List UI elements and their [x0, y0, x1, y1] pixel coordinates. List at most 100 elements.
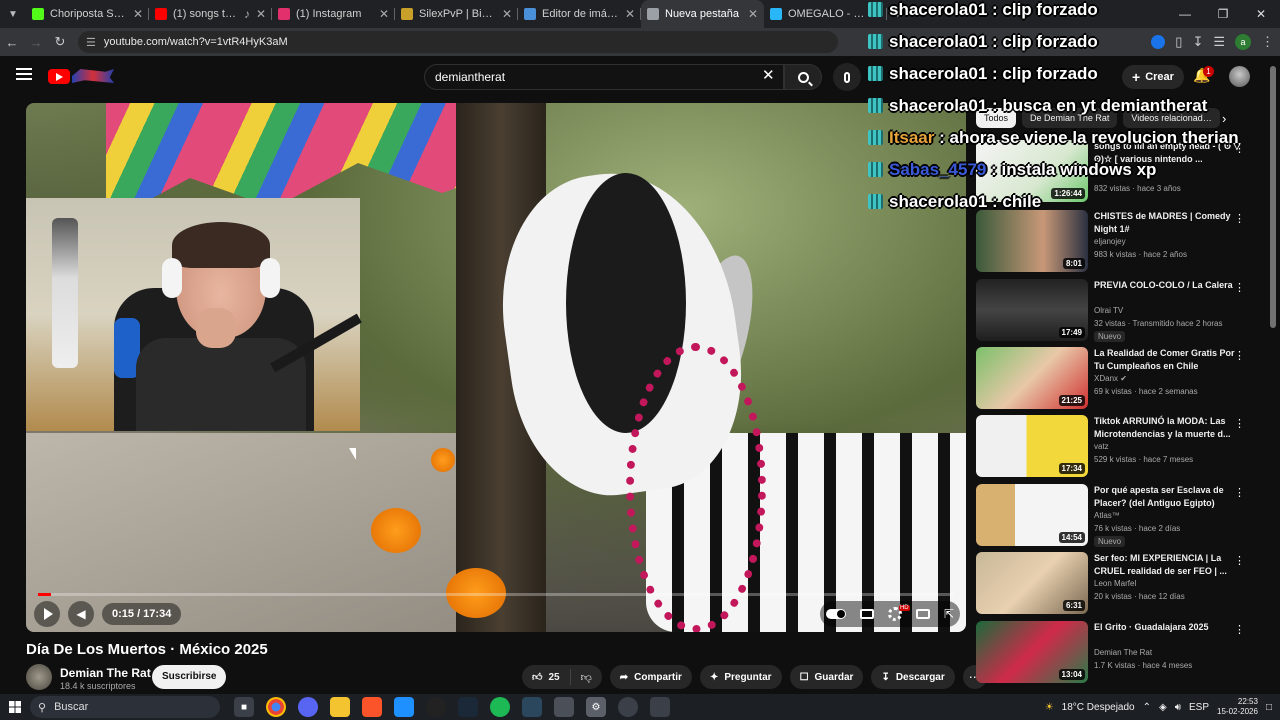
video-thumbnail[interactable]: 6:31: [976, 552, 1088, 614]
more-options-icon[interactable]: ⋮: [1234, 623, 1245, 636]
spotify-icon[interactable]: [490, 697, 510, 717]
browser-tab[interactable]: Editor de imágenes d… ✕: [518, 0, 641, 28]
browser-tab[interactable]: (1) songs to fill an e… ♪ ✕: [149, 0, 272, 28]
browser-tab[interactable]: OMEGALO - 7TV ✕: [764, 0, 887, 28]
forward-button[interactable]: →: [24, 28, 48, 56]
channel-name[interactable]: Demian The Rat: [60, 666, 151, 680]
volume-icon[interactable]: ◀: [68, 601, 94, 627]
more-options-icon[interactable]: ⋮: [1234, 417, 1245, 430]
recommended-channel[interactable]: eljanojey: [1094, 237, 1126, 246]
browser-tab[interactable]: Choriposta Stream - … ✕: [26, 0, 149, 28]
language-indicator[interactable]: ESP: [1189, 702, 1209, 713]
clock[interactable]: 22:53 15-02-2026: [1217, 697, 1258, 717]
close-tab-icon[interactable]: ✕: [871, 7, 881, 21]
recommended-video[interactable]: 14:54 Por qué apesta ser Esclava de Place…: [976, 484, 1266, 547]
youtube-logo[interactable]: [48, 68, 114, 84]
steam-alt-icon[interactable]: [522, 697, 542, 717]
audio-playing-icon[interactable]: ♪: [244, 7, 250, 21]
close-tab-icon[interactable]: ✕: [748, 7, 758, 21]
back-button[interactable]: ←: [0, 28, 24, 56]
filter-chip[interactable]: Videos relacionad…: [1123, 108, 1220, 128]
address-bar[interactable]: ☰ youtube.com/watch?v=1vtR4HyK3aM: [78, 31, 838, 53]
volume-icon[interactable]: 🔊︎: [1175, 702, 1181, 713]
close-tab-icon[interactable]: ✕: [502, 7, 512, 21]
site-info-icon[interactable]: ☰: [86, 36, 96, 49]
recommended-title[interactable]: PREVIA COLO-COLO / La Calera: [1094, 279, 1244, 292]
download-icon[interactable]: ↧: [1192, 34, 1203, 50]
voice-search-button[interactable]: [833, 63, 861, 91]
browser-tab[interactable]: Nueva pestaña ✕: [641, 0, 764, 28]
more-options-icon[interactable]: ⋮: [1234, 212, 1245, 225]
close-tab-icon[interactable]: ✕: [379, 7, 389, 21]
file-explorer-icon[interactable]: [330, 697, 350, 717]
chevron-right-icon[interactable]: ›: [1222, 111, 1226, 126]
search-input[interactable]: demiantherat: [424, 64, 784, 90]
more-options-icon[interactable]: ⋮: [1234, 349, 1245, 362]
video-thumbnail[interactable]: 21:25: [976, 347, 1088, 409]
filter-chip[interactable]: Todos: [976, 108, 1017, 128]
recommended-channel[interactable]: Olrai TV: [1094, 306, 1123, 315]
recommended-channel[interactable]: Atlas™: [1094, 511, 1120, 520]
save-button[interactable]: ☐ Guardar: [789, 665, 864, 689]
search-button[interactable]: [784, 64, 822, 90]
task-view-icon[interactable]: ■: [234, 697, 254, 717]
ask-button[interactable]: ✦ Preguntar: [699, 665, 782, 689]
subtitles-icon[interactable]: [859, 609, 874, 619]
more-options-icon[interactable]: ⋮: [1234, 486, 1245, 499]
video-thumbnail[interactable]: 14:54: [976, 484, 1088, 546]
close-window-button[interactable]: ✕: [1242, 0, 1280, 28]
recommended-video[interactable]: 8:01 CHISTES de MADRES | Comedy Night 1# e…: [976, 210, 1266, 272]
recommended-video[interactable]: 17:34 Tiktok ARRUINÓ la MODA: Las Microte…: [976, 415, 1266, 477]
close-tab-icon[interactable]: ✕: [133, 7, 143, 21]
recommended-video[interactable]: 17:49 PREVIA COLO-COLO / La Calera Olrai T…: [976, 279, 1266, 342]
taskbar-search[interactable]: ⚲ Buscar: [30, 696, 220, 718]
extension-icon[interactable]: [1151, 35, 1166, 49]
play-button[interactable]: [34, 601, 60, 627]
recommended-title[interactable]: songs to fill an empty head - (´ʘ ▽ ʘ)☆ …: [1094, 140, 1244, 166]
network-icon[interactable]: ◈: [1159, 702, 1167, 713]
minimize-button[interactable]: —: [1166, 0, 1204, 28]
obs-icon[interactable]: [426, 697, 446, 717]
weather-text[interactable]: 18°C Despejado: [1062, 702, 1135, 713]
create-button[interactable]: + Crear: [1122, 65, 1184, 89]
more-options-icon[interactable]: ⋮: [1234, 142, 1245, 155]
close-tab-icon[interactable]: ✕: [256, 7, 266, 21]
settings-icon[interactable]: ⚙: [586, 697, 606, 717]
video-thumbnail[interactable]: 17:34: [976, 415, 1088, 477]
filter-chip[interactable]: De Demian The Rat: [1022, 108, 1118, 128]
video-player[interactable]: ◀ 0:15 / 17:34 HD ⇱: [26, 103, 966, 632]
like-button[interactable]: 👍︎ 25: [522, 669, 571, 685]
browser-menu-icon[interactable]: ⋮: [1261, 34, 1274, 50]
recommended-channel[interactable]: Demian The Rat: [1094, 648, 1152, 657]
recommended-video[interactable]: 13:04 El Grito · Guadalajara 2025 Demian T…: [976, 621, 1266, 683]
close-tab-icon[interactable]: ✕: [625, 7, 635, 21]
autoplay-toggle[interactable]: [825, 609, 846, 619]
reload-button[interactable]: ↻: [48, 28, 72, 56]
more-options-icon[interactable]: ⋮: [1234, 281, 1245, 294]
video-thumbnail[interactable]: 13:04: [976, 621, 1088, 683]
dislike-button[interactable]: 👎︎: [571, 671, 602, 684]
settings-gear-icon[interactable]: HD: [887, 605, 910, 621]
tab-search-button[interactable]: ▼: [0, 0, 26, 28]
discord-icon[interactable]: [298, 697, 318, 717]
recommended-title[interactable]: El Grito · Guadalajara 2025: [1094, 621, 1244, 634]
start-button[interactable]: [0, 694, 30, 720]
theater-mode-icon[interactable]: [915, 609, 930, 619]
chrome-icon[interactable]: [266, 697, 286, 717]
app-icon[interactable]: [650, 697, 670, 717]
guide-menu-icon[interactable]: [16, 68, 32, 80]
subscribe-button[interactable]: Suscribirse: [152, 665, 227, 689]
new-tab-button[interactable]: +: [893, 5, 902, 23]
nvidia-icon[interactable]: [554, 697, 574, 717]
recommended-channel[interactable]: vatz: [1094, 442, 1109, 451]
tray-chevron-icon[interactable]: ⌃: [1143, 702, 1151, 713]
account-avatar[interactable]: [1229, 66, 1250, 87]
recommended-title[interactable]: CHISTES de MADRES | Comedy Night 1#: [1094, 210, 1244, 236]
video-thumbnail[interactable]: 17:49: [976, 279, 1088, 341]
recommended-title[interactable]: Tiktok ARRUINÓ la MODA: Las Microtendenc…: [1094, 415, 1244, 441]
extensions-puzzle-icon[interactable]: ▯: [1175, 34, 1182, 50]
recommended-title[interactable]: Por qué apesta ser Esclava de Placer? (d…: [1094, 484, 1244, 510]
browser-tab[interactable]: (1) Instagram ✕: [272, 0, 395, 28]
channel-avatar[interactable]: [26, 664, 52, 690]
recommended-title[interactable]: Ser feo: MI EXPERIENCIA | La CRUEL reali…: [1094, 552, 1244, 578]
